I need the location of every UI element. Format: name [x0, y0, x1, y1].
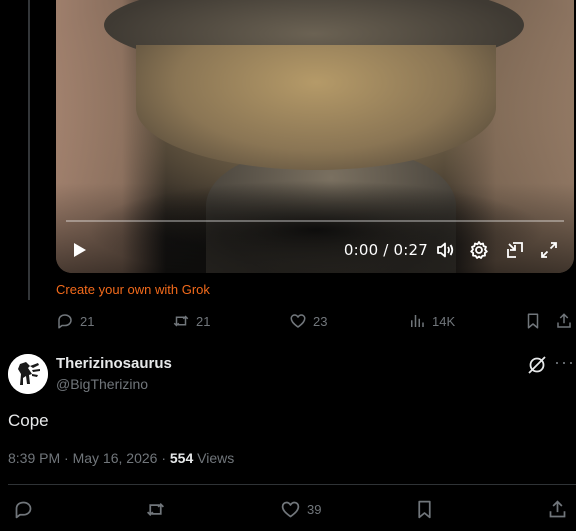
video-controls-gradient [56, 183, 574, 273]
settings-button[interactable] [468, 236, 490, 264]
like-count-main: 39 [307, 501, 322, 517]
tweet-time[interactable]: 8:39 PM [8, 450, 60, 466]
repost-button-main[interactable] [145, 497, 166, 521]
video-player[interactable]: 0:00 / 0:27 [56, 0, 574, 273]
grok-button[interactable] [527, 355, 547, 375]
reply-button[interactable]: 21 [56, 310, 94, 332]
volume-icon [437, 242, 454, 258]
like-count: 23 [313, 313, 328, 329]
tweet-date[interactable]: May 16, 2026 [73, 450, 158, 466]
fullscreen-button[interactable] [538, 236, 560, 264]
bookmark-icon [527, 313, 539, 329]
reply-icon [15, 501, 32, 518]
picture-in-picture-button[interactable] [504, 236, 526, 264]
divider [8, 484, 576, 485]
tweet-text: Cope [8, 411, 49, 430]
play-button[interactable] [70, 236, 90, 264]
create-with-grok-link[interactable]: Create your own with Grok [56, 282, 210, 297]
repost-count: 21 [196, 313, 211, 329]
bookmark-button[interactable] [524, 310, 542, 332]
settings-icon [470, 241, 488, 259]
play-icon [74, 243, 86, 257]
view-count: 14K [432, 313, 456, 329]
bookmark-button-main[interactable] [414, 497, 435, 521]
views-icon [411, 315, 424, 327]
author-name[interactable]: Therizinosaurus [56, 355, 172, 372]
therizinosaurus-avatar-icon [8, 354, 48, 394]
reply-icon [58, 314, 72, 329]
volume-button[interactable] [434, 236, 456, 264]
video-progress-bar[interactable] [66, 220, 564, 222]
like-button[interactable]: 23 [289, 310, 327, 332]
video-time: 0:00 / 0:27 [343, 241, 428, 259]
like-button-main[interactable]: 39 [280, 497, 321, 521]
tweet-actions: 39 [0, 497, 576, 521]
pip-icon [507, 242, 523, 258]
like-icon [281, 501, 300, 517]
grok-icon [528, 356, 546, 374]
views-button[interactable]: 14K [408, 310, 455, 332]
share-button-main[interactable] [547, 497, 568, 521]
author-handle[interactable]: @BigTherizino [56, 376, 148, 392]
meta-separator: · [60, 450, 73, 466]
tweet-views-count: 554 [169, 450, 194, 466]
share-icon [557, 313, 571, 328]
thread-connector-line [28, 0, 30, 300]
repost-icon [173, 315, 189, 327]
like-icon [290, 314, 306, 328]
video-frame-subject-lower [136, 45, 496, 170]
repost-button[interactable]: 21 [172, 310, 210, 332]
tweet-views-label: Views [193, 450, 235, 466]
fullscreen-icon [541, 242, 557, 258]
repost-icon [147, 502, 164, 516]
quoted-post-actions: 21 21 23 14K [56, 310, 576, 332]
meta-separator: · [157, 450, 170, 466]
tweet-meta: 8:39 PM · May 16, 2026 · 554 Views [8, 450, 234, 466]
share-button[interactable] [555, 310, 573, 332]
bookmark-icon [418, 500, 431, 518]
reply-count: 21 [80, 313, 95, 329]
avatar[interactable] [8, 354, 48, 394]
reply-button-main[interactable] [13, 497, 34, 521]
more-icon: ··· [554, 352, 575, 372]
share-icon [549, 499, 566, 517]
more-options-button[interactable]: ··· [554, 352, 575, 374]
